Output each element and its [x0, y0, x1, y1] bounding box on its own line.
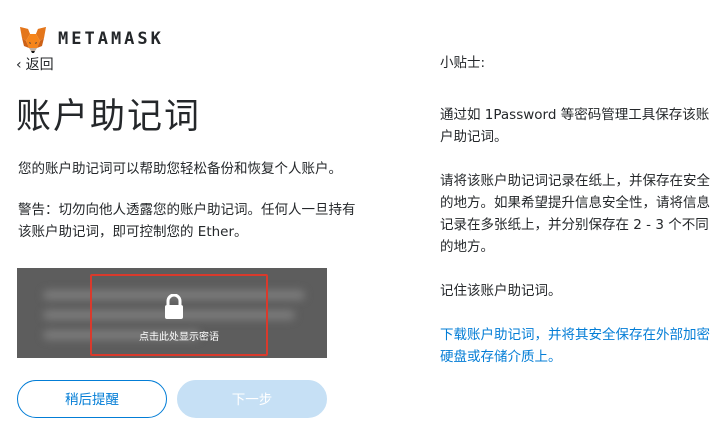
download-phrase-link[interactable]: 下载账户助记词，并将其安全保存在外部加密硬盘或存储介质上。 — [440, 324, 710, 368]
next-button[interactable]: 下一步 — [177, 380, 327, 418]
metamask-fox-icon — [20, 27, 46, 53]
page: METAMASK ‹ 返回 账户助记词 您的账户助记词可以帮助您轻松备份和恢复个人… — [0, 0, 720, 433]
page-title: 账户助记词 — [16, 97, 202, 137]
tips-title: 小贴士: — [440, 55, 486, 71]
brand-wordmark: METAMASK — [58, 29, 164, 49]
metamask-logo: METAMASK — [18, 24, 164, 54]
back-link[interactable]: ‹ 返回 — [16, 54, 54, 74]
remind-later-button[interactable]: 稍后提醒 — [17, 380, 167, 418]
tips-panel: 小贴士: 通过如 1Password 等密码管理工具保存该账户助记词。 请将该账… — [440, 52, 710, 368]
warning-text: 警告：切勿向他人透露您的账户助记词。任何人一旦持有该账户助记词，即可控制您的 E… — [18, 202, 356, 240]
tip-paper-backup: 请将该账户助记词记录在纸上，并保存在安全的地方。如果希望提升信息安全性，请将信息… — [440, 173, 710, 255]
lock-icon — [165, 294, 183, 319]
tip-memorize: 记住该账户助记词。 — [440, 283, 562, 299]
chevron-left-icon: ‹ — [16, 57, 22, 73]
tip-password-manager: 通过如 1Password 等密码管理工具保存该账户助记词。 — [440, 107, 710, 145]
description-text: 您的账户助记词可以帮助您轻松备份和恢复个人账户。 — [18, 161, 342, 177]
reveal-label: 点击此处显示密语 — [139, 332, 219, 343]
back-label: 返回 — [25, 57, 54, 73]
reveal-secret-button[interactable]: 点击此处显示密语 — [90, 274, 268, 356]
